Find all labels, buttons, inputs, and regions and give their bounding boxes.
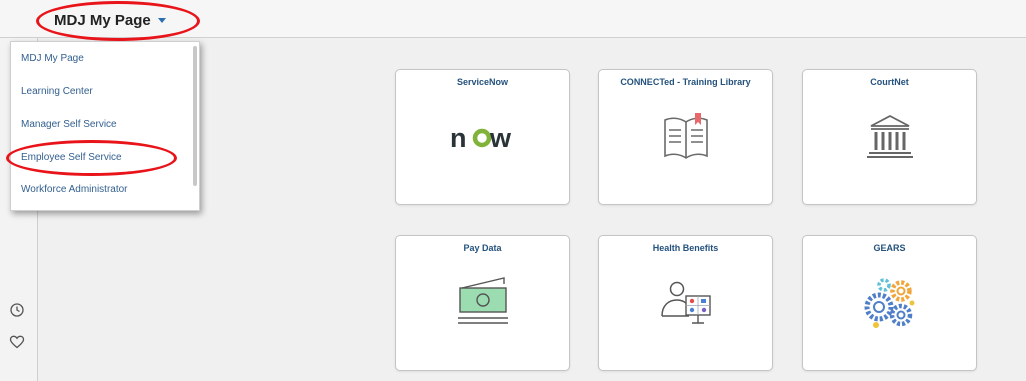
servicenow-logo-icon: n w — [396, 106, 569, 166]
svg-text:n: n — [450, 123, 467, 153]
dropdown-scrollbar[interactable] — [193, 46, 197, 186]
tile-title: ServiceNow — [456, 77, 509, 87]
svg-text:w: w — [489, 123, 512, 153]
page-dropdown-menu: MDJ My Page Learning Center Manager Self… — [10, 41, 200, 211]
tile-title: GEARS — [873, 243, 906, 253]
menu-item-employee-self-service[interactable]: Employee Self Service — [12, 142, 192, 174]
menu-item-learning-center[interactable]: Learning Center — [12, 76, 192, 108]
health-benefits-icon — [599, 272, 772, 332]
header-bar: MDJ My Page — [0, 0, 1026, 38]
tile-connected-training-library[interactable]: CONNECTed - Training Library — [598, 69, 773, 205]
heart-icon[interactable] — [9, 334, 25, 350]
tile-health-benefits[interactable]: Health Benefits — [598, 235, 773, 371]
tile-servicenow[interactable]: ServiceNow n w — [395, 69, 570, 205]
menu-item-mdj-my-page[interactable]: MDJ My Page — [12, 43, 192, 75]
open-book-icon — [599, 106, 772, 166]
menu-item-manager-self-service[interactable]: Manager Self Service — [12, 109, 192, 141]
tile-gears[interactable]: GEARS — [802, 235, 977, 371]
tile-pay-data[interactable]: Pay Data — [395, 235, 570, 371]
menu-item-workforce-administrator[interactable]: Workforce Administrator — [12, 174, 192, 206]
caret-down-icon[interactable] — [157, 18, 166, 23]
tile-title: Health Benefits — [652, 243, 719, 253]
tile-title: CourtNet — [870, 77, 909, 87]
tile-title: Pay Data — [463, 243, 502, 253]
tile-courtnet[interactable]: CourtNet — [802, 69, 977, 205]
courthouse-icon — [803, 106, 976, 166]
clock-icon[interactable] — [9, 302, 25, 318]
money-icon — [396, 272, 569, 332]
gears-icon — [803, 272, 976, 332]
tile-title: CONNECTed - Training Library — [620, 77, 751, 87]
page-selector[interactable]: MDJ My Page — [54, 10, 166, 30]
page-title: MDJ My Page — [54, 11, 151, 29]
